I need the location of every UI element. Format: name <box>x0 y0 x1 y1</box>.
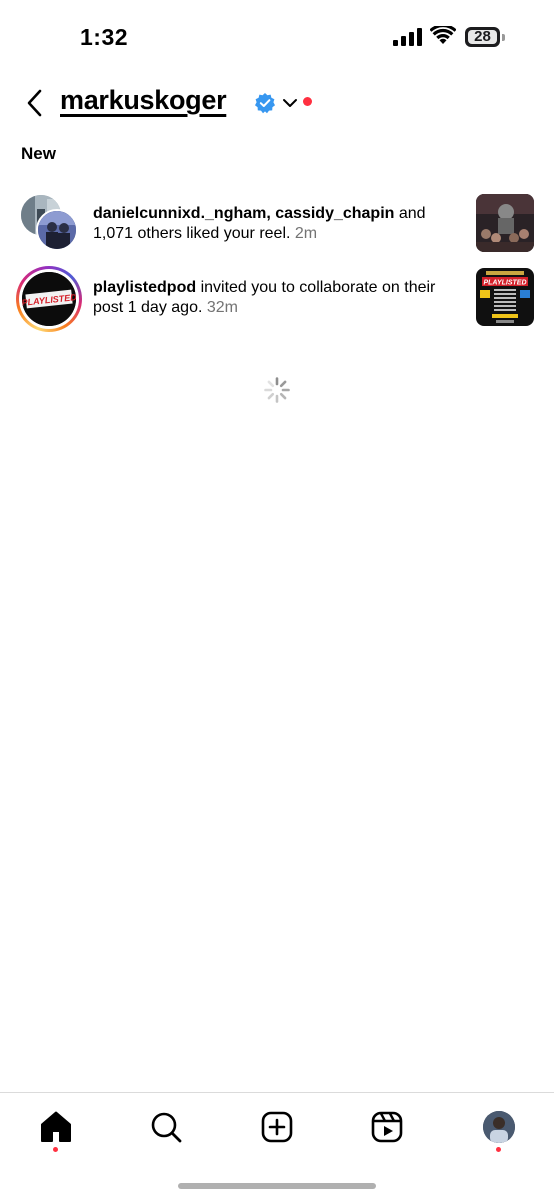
status-time: 1:32 <box>80 24 129 50</box>
post-thumbnail[interactable]: PLAYLISTED <box>476 268 534 326</box>
wifi-icon <box>430 26 456 44</box>
tab-reels[interactable] <box>369 1109 405 1145</box>
cellular-signal-icon <box>393 28 422 46</box>
chevron-down-icon[interactable] <box>281 94 299 112</box>
battery-icon: 28 <box>465 27 505 47</box>
profile-badge-dot <box>496 1147 501 1152</box>
plus-square-icon <box>261 1111 293 1143</box>
thumbnail-logo-text: PLAYLISTED <box>483 280 526 287</box>
notification-users[interactable]: playlistedpod <box>93 279 196 296</box>
story-ring-avatar-playlistedpod[interactable]: PLAYLISTED <box>16 266 82 332</box>
notification-time: 32m <box>206 299 238 316</box>
avatar-cassidy-chapin[interactable] <box>36 209 78 251</box>
tab-search[interactable] <box>148 1109 184 1145</box>
loading-spinner-icon <box>264 377 290 403</box>
notification-text: playlistedpod invited you to collaborate… <box>93 278 453 318</box>
verified-badge-icon <box>255 93 275 114</box>
home-indicator <box>178 1183 376 1189</box>
reel-thumbnail[interactable] <box>476 194 534 252</box>
tab-create[interactable] <box>259 1109 295 1145</box>
account-name[interactable]: markuskoger <box>60 85 227 116</box>
section-title-new: New <box>21 144 56 163</box>
battery-level: 28 <box>474 28 491 45</box>
playlisted-logo: PLAYLISTED <box>22 272 76 326</box>
reels-icon <box>371 1111 403 1143</box>
tab-profile[interactable] <box>481 1109 517 1145</box>
notification-users[interactable]: danielcunnixd._ngham, cassidy_chapin <box>93 205 394 222</box>
home-icon <box>41 1111 71 1142</box>
notification-time: 2m <box>294 225 318 242</box>
home-badge-dot <box>53 1147 58 1152</box>
unread-dot <box>303 97 312 106</box>
status-bar: 1:32 28 <box>0 0 554 74</box>
tab-home[interactable] <box>38 1109 74 1145</box>
notifications-header: markuskoger <box>0 80 554 126</box>
search-icon <box>151 1112 182 1143</box>
notification-item-collab-invite[interactable]: PLAYLISTED playlistedpod invited you to … <box>0 264 554 334</box>
chevron-left-icon[interactable] <box>20 84 52 122</box>
notification-text: danielcunnixd._ngham, cassidy_chapin and… <box>93 204 453 244</box>
notification-item-liked-reel[interactable]: danielcunnixd._ngham, cassidy_chapin and… <box>0 190 554 260</box>
profile-avatar <box>483 1111 515 1143</box>
